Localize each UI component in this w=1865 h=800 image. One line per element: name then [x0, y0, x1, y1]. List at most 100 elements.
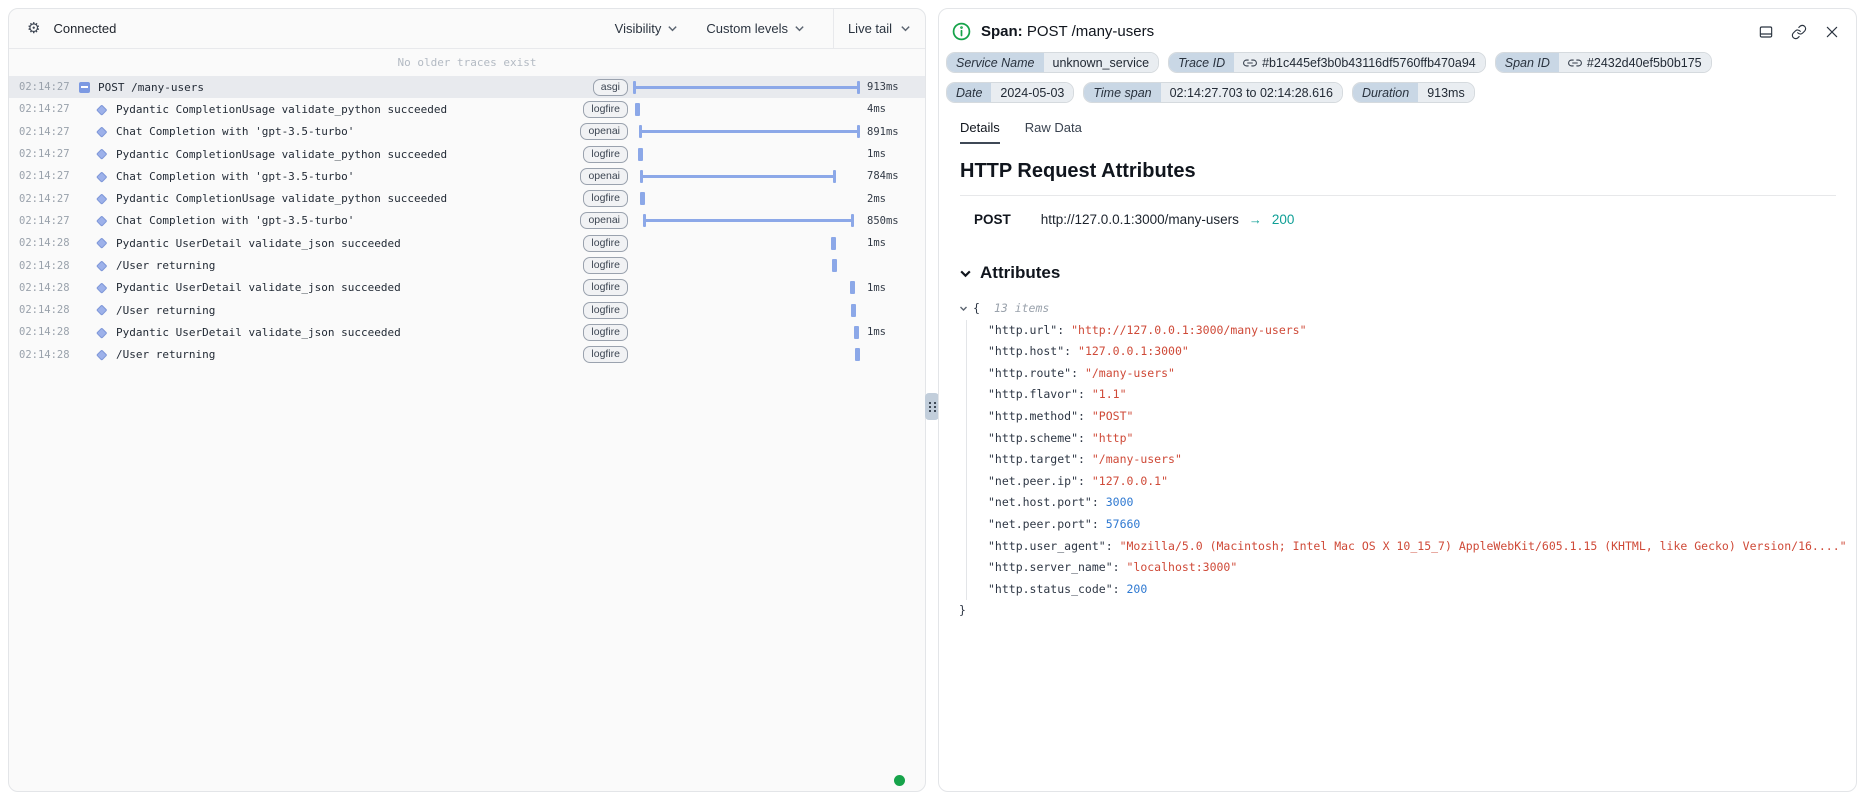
trace-row[interactable]: 02:14:27 Chat Completion with 'gpt-3.5-t…	[9, 165, 925, 187]
json-root-toggle[interactable]: { 13 items	[959, 298, 1856, 320]
json-entry: "http.target": "/many-users"	[988, 449, 1856, 471]
meta-badge-value: 2024-05-03	[991, 83, 1073, 102]
json-key: "net.host.port"	[988, 495, 1092, 509]
attributes-json-viewer: { 13 items "http.url": "http://127.0.0.1…	[959, 298, 1856, 622]
settings-gear-icon[interactable]: ⚙	[27, 21, 40, 36]
span-meta-badges: Service Name unknown_service Trace ID #b…	[946, 52, 1842, 103]
trace-row[interactable]: 02:14:27 POST /many-users asgi 913ms	[9, 76, 925, 98]
meta-badge-label: Time span	[1084, 83, 1160, 102]
attributes-section-toggle[interactable]: Attributes	[959, 263, 1856, 283]
span-kind-label: Span:	[981, 23, 1023, 40]
json-value: 3000	[1106, 495, 1134, 509]
trace-row[interactable]: 02:14:28 Pydantic UserDetail validate_js…	[9, 232, 925, 254]
trace-timeline	[634, 255, 859, 277]
trace-row[interactable]: 02:14:28 Pydantic UserDetail validate_js…	[9, 321, 925, 343]
json-entry: "http.host": "127.0.0.1:3000"	[988, 341, 1856, 363]
chevron-down-icon	[900, 23, 911, 34]
trace-duration: 784ms	[867, 170, 904, 182]
json-value: "localhost:3000"	[1126, 560, 1237, 574]
json-value: "127.0.0.1:3000"	[1078, 344, 1189, 358]
json-key: "http.scheme"	[988, 431, 1078, 445]
collapse-span-icon[interactable]	[79, 82, 90, 93]
trace-tag-badge: logfire	[583, 302, 628, 319]
visibility-dropdown[interactable]: Visibility	[615, 21, 679, 36]
meta-badge-label: Duration	[1353, 83, 1418, 102]
trace-row[interactable]: 02:14:27 Chat Completion with 'gpt-3.5-t…	[9, 210, 925, 232]
trace-row[interactable]: 02:14:28 /User returning logfire	[9, 299, 925, 321]
panel-resize-handle[interactable]	[925, 393, 939, 420]
trace-tag-badge: openai	[580, 123, 628, 140]
trace-row[interactable]: 02:14:27 Chat Completion with 'gpt-3.5-t…	[9, 121, 925, 143]
json-value: "http://127.0.0.1:3000/many-users"	[1071, 323, 1306, 337]
span-diamond-icon	[97, 104, 108, 115]
close-icon[interactable]	[1824, 24, 1840, 40]
dock-panel-icon[interactable]	[1758, 24, 1774, 40]
trace-row-icon	[95, 284, 109, 292]
trace-list-header: ⚙ Connected Visibility Custom levels Liv…	[9, 9, 925, 49]
json-value: 200	[1126, 582, 1147, 596]
meta-badge-value: #b1c445ef3b0b43116df5760ffb470a94	[1234, 53, 1485, 72]
trace-row[interactable]: 02:14:27 Pydantic CompletionUsage valida…	[9, 98, 925, 120]
trace-timeline	[634, 210, 859, 232]
json-entry: "http.route": "/many-users"	[988, 363, 1856, 385]
trace-row[interactable]: 02:14:28 Pydantic UserDetail validate_js…	[9, 277, 925, 299]
trace-row-list: 02:14:27 POST /many-users asgi 913ms 02:…	[9, 76, 925, 366]
trace-row-label: Pydantic UserDetail validate_json succee…	[116, 281, 583, 294]
trace-row[interactable]: 02:14:28 /User returning logfire	[9, 344, 925, 366]
trace-row-icon	[95, 173, 109, 181]
json-value: "127.0.0.1"	[1092, 474, 1168, 488]
trace-list-panel: ⚙ Connected Visibility Custom levels Liv…	[8, 8, 926, 792]
trace-row-label: /User returning	[116, 348, 583, 361]
trace-row-label: Pydantic CompletionUsage validate_python…	[116, 192, 583, 205]
meta-badge: Duration 913ms	[1352, 82, 1475, 103]
trace-timeline	[634, 344, 859, 366]
section-divider	[960, 195, 1836, 196]
trace-row-icon	[95, 217, 109, 225]
trace-timeline	[634, 143, 859, 165]
trace-row[interactable]: 02:14:27 Pydantic CompletionUsage valida…	[9, 187, 925, 209]
trace-tag-badge: openai	[580, 168, 628, 185]
trace-timestamp: 02:14:27	[19, 81, 77, 93]
span-duration-tick	[831, 237, 836, 250]
trace-row[interactable]: 02:14:27 Pydantic CompletionUsage valida…	[9, 143, 925, 165]
trace-duration: 1ms	[867, 148, 904, 160]
json-entry: "http.url": "http://127.0.0.1:3000/many-…	[988, 320, 1856, 342]
span-title: Span: POST /many-users	[981, 23, 1154, 40]
link-icon[interactable]	[1243, 56, 1257, 70]
custom-levels-dropdown-label: Custom levels	[706, 21, 788, 36]
json-open-brace: {	[973, 298, 980, 320]
span-duration-tick	[635, 103, 640, 116]
trace-row-icon	[95, 306, 109, 314]
http-method: POST	[974, 212, 1011, 227]
trace-row-icon	[95, 329, 109, 337]
meta-badge-value-text: 913ms	[1427, 86, 1465, 100]
trace-row[interactable]: 02:14:28 /User returning logfire	[9, 254, 925, 276]
http-url: http://127.0.0.1:3000/many-users	[1041, 212, 1239, 227]
meta-badge-value-text: 02:14:27.703 to 02:14:28.616	[1170, 86, 1333, 100]
copy-link-icon[interactable]	[1791, 24, 1807, 40]
connection-status-label: Connected	[53, 21, 116, 36]
live-tail-dropdown[interactable]: Live tail	[833, 9, 925, 48]
json-entry: "net.peer.ip": "127.0.0.1"	[988, 471, 1856, 493]
json-value: "/many-users"	[1092, 452, 1182, 466]
http-request-attributes-title: HTTP Request Attributes	[960, 160, 1856, 183]
trace-row-icon	[95, 239, 109, 247]
span-duration-tick	[638, 148, 643, 161]
meta-badge-value: 913ms	[1418, 83, 1474, 102]
span-duration-tick	[851, 304, 856, 317]
json-entry: "http.server_name": "localhost:3000"	[988, 557, 1856, 579]
trace-duration: 850ms	[867, 215, 904, 227]
tab-raw-data[interactable]: Raw Data	[1025, 120, 1082, 144]
meta-badge: Time span 02:14:27.703 to 02:14:28.616	[1083, 82, 1343, 103]
trace-row-label: Pydantic CompletionUsage validate_python…	[116, 148, 583, 161]
link-icon[interactable]	[1568, 56, 1582, 70]
tab-details[interactable]: Details	[960, 120, 1000, 144]
trace-row-label: Pydantic UserDetail validate_json succee…	[116, 326, 583, 339]
span-detail-panel: Span: POST /many-users Service Name unkn…	[938, 8, 1857, 792]
trace-duration: 913ms	[867, 81, 904, 93]
trace-timeline	[634, 188, 859, 210]
json-entry: "http.scheme": "http"	[988, 428, 1856, 450]
span-diamond-icon	[97, 283, 108, 294]
span-duration-tick	[854, 326, 859, 339]
custom-levels-dropdown[interactable]: Custom levels	[706, 21, 805, 36]
